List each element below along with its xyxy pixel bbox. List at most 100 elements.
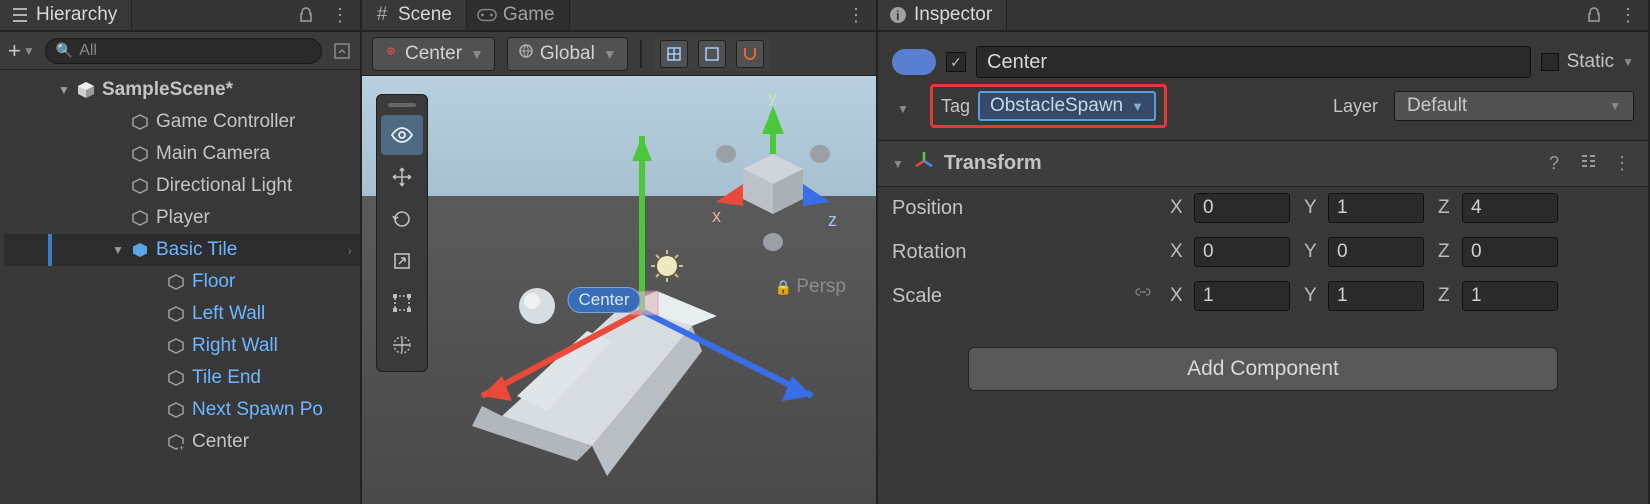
axis-z-label: Z (1438, 241, 1456, 263)
snap-toggle[interactable] (698, 40, 726, 68)
kebab-icon[interactable]: ⋮ (1618, 5, 1638, 25)
position-x[interactable] (1194, 193, 1290, 223)
foldout-open-icon[interactable]: ▼ (112, 243, 124, 257)
sort-icon[interactable] (332, 41, 352, 61)
transform-body: Position X Y Z Rotation X Y Z Scale X Y (878, 187, 1648, 327)
game-icon (477, 5, 497, 25)
scale-z[interactable] (1462, 281, 1558, 311)
scale-label: Scale (892, 285, 1112, 308)
chevron-down-icon: ▼ (470, 46, 484, 62)
layer-dropdown[interactable]: Default ▼ (1394, 91, 1634, 121)
pivot-mode-dropdown[interactable]: Center ▼ (372, 37, 495, 71)
tab-inspector[interactable]: i Inspector (878, 0, 1007, 30)
gameobject-active-checkbox[interactable] (946, 52, 966, 72)
hierarchy-item[interactable]: Right Wall (4, 330, 360, 362)
coord-mode-dropdown[interactable]: Global ▼ (507, 37, 628, 71)
lock-icon[interactable] (1584, 5, 1604, 25)
layer-label: Layer (1333, 96, 1378, 117)
hierarchy-item[interactable]: Directional Light (4, 170, 360, 202)
hierarchy-item-basic-tile[interactable]: ▼ Basic Tile › (4, 234, 360, 266)
axis-z-label: Z (1438, 285, 1456, 307)
position-y[interactable] (1328, 193, 1424, 223)
axis-y-label: Y (1304, 197, 1322, 219)
tag-dropdown[interactable]: ObstacleSpawn ▼ (978, 91, 1156, 121)
hierarchy-item[interactable]: Game Controller (4, 106, 360, 138)
hierarchy-tree: ▼ SampleScene* Game Controller Main Came… (0, 70, 360, 504)
hierarchy-item-label: Right Wall (192, 335, 278, 357)
search-icon: 🔍 (56, 42, 73, 59)
help-icon[interactable]: ? (1542, 153, 1566, 174)
scale-x[interactable] (1194, 281, 1290, 311)
rotation-z[interactable] (1462, 237, 1558, 267)
scene-root-row[interactable]: ▼ SampleScene* (4, 74, 360, 106)
rotation-x[interactable] (1194, 237, 1290, 267)
magnet-toggle[interactable] (736, 40, 764, 68)
axis-z-label: Z (1438, 197, 1456, 219)
hierarchy-item[interactable]: Player (4, 202, 360, 234)
tab-hierarchy[interactable]: Hierarchy (0, 0, 132, 30)
transform-header[interactable]: ▼ Transform ? ⋮ (878, 140, 1648, 187)
scene-grid-group (654, 37, 770, 71)
hierarchy-item-center[interactable]: + Center (4, 426, 360, 458)
hierarchy-item-label: Floor (192, 271, 235, 293)
kebab-icon[interactable]: ⋮ (846, 5, 866, 25)
constrain-proportions-icon[interactable] (1126, 285, 1156, 308)
tab-scene[interactable]: # Scene (362, 0, 467, 30)
tag-highlight-box: Tag ObstacleSpawn ▼ (930, 84, 1167, 128)
hierarchy-item-label: Main Camera (156, 143, 270, 165)
hierarchy-item-label: Left Wall (192, 303, 265, 325)
axis-y-label: Y (1304, 241, 1322, 263)
transform-title: Transform (944, 152, 1532, 175)
chevron-down-icon: ▼ (1131, 99, 1144, 114)
hierarchy-item[interactable]: Left Wall (4, 298, 360, 330)
projection-text: Persp (796, 276, 846, 298)
search-input[interactable]: All (79, 42, 97, 60)
axis-x-label: X (1170, 241, 1188, 263)
gameobject-icon (130, 176, 150, 196)
plus-icon: + (8, 38, 21, 64)
chevron-right-icon[interactable]: › (347, 242, 352, 258)
tag-label: Tag (941, 96, 970, 117)
axis-x-label: X (1170, 285, 1188, 307)
foldout-open-icon[interactable]: ▼ (58, 83, 70, 97)
position-z[interactable] (1462, 193, 1558, 223)
scale-y[interactable] (1328, 281, 1424, 311)
selection-label-text: Center (578, 290, 629, 309)
tab-inspector-label: Inspector (914, 4, 992, 26)
pivot-mode-label: Center (405, 43, 462, 65)
layer-value: Default (1407, 95, 1601, 117)
rotation-y[interactable] (1328, 237, 1424, 267)
inspector-tabs: i Inspector ⋮ (878, 0, 1648, 32)
hierarchy-toolbar: + ▼ 🔍 All (0, 32, 360, 70)
hierarchy-item[interactable]: Next Spawn Po (4, 394, 360, 426)
create-button[interactable]: + ▼ (8, 38, 35, 64)
foldout-open-icon[interactable]: ▼ (892, 96, 914, 116)
foldout-open-icon[interactable]: ▼ (892, 157, 904, 171)
grid-toggle[interactable] (660, 40, 688, 68)
position-row: Position X Y Z (892, 193, 1634, 223)
gameobject-name-field[interactable] (976, 46, 1531, 78)
tab-game[interactable]: Game (467, 0, 570, 30)
static-dropdown[interactable]: Static ▼ (1541, 51, 1634, 73)
scene-view[interactable]: Center y x z (362, 76, 876, 504)
orientation-gizmo[interactable]: y x z (688, 94, 858, 264)
kebab-icon[interactable]: ⋮ (330, 5, 350, 25)
hierarchy-item[interactable]: Floor (4, 266, 360, 298)
add-component-button[interactable]: Add Component (968, 347, 1558, 391)
hierarchy-search[interactable]: 🔍 All (45, 38, 322, 64)
hierarchy-item[interactable]: Tile End (4, 362, 360, 394)
scene-icon: # (372, 5, 392, 25)
svg-text:x: x (712, 206, 721, 226)
axis-x-label: X (1170, 197, 1188, 219)
chevron-down-icon: ▼ (1609, 99, 1621, 113)
projection-label[interactable]: 🔒 Persp (775, 276, 846, 298)
lock-icon[interactable] (296, 5, 316, 25)
hierarchy-item[interactable]: Main Camera (4, 138, 360, 170)
prefab-override-icon: + (166, 432, 186, 452)
gameobject-icon (130, 144, 150, 164)
prefab-child-icon (166, 400, 186, 420)
static-checkbox[interactable] (1541, 53, 1559, 71)
kebab-icon[interactable]: ⋮ (1610, 153, 1634, 174)
gameobject-type-icon[interactable] (892, 49, 936, 75)
preset-icon[interactable] (1576, 152, 1600, 175)
